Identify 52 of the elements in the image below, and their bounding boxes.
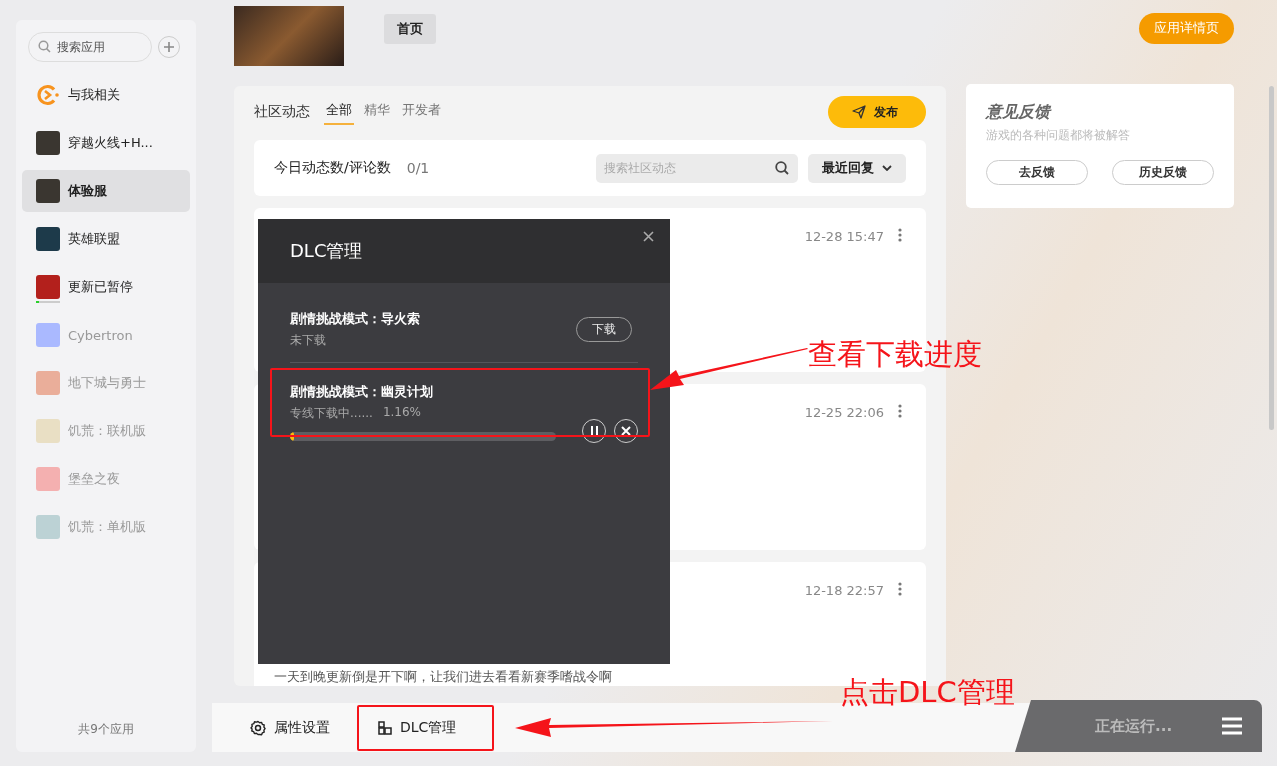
bottom-tab[interactable]: DLC管理: [368, 703, 496, 752]
dialog-title: DLC管理: [290, 239, 363, 263]
card-title: 意见反馈: [986, 102, 1053, 123]
bottom-tab[interactable]: 属性设置: [240, 703, 368, 752]
more-icon: [898, 228, 902, 242]
cancel-icon: [621, 426, 631, 436]
feedback-button[interactable]: 历史反馈: [1112, 160, 1214, 185]
pause-icon: [589, 426, 599, 436]
tab[interactable]: 全部: [324, 99, 354, 125]
post-text: 一天到晚更新倒是开下啊，让我们进去看看新赛季嗜战令啊: [274, 668, 613, 686]
app-count: 共9个应用: [77, 721, 135, 738]
sidebar-item[interactable]: 更新已暂停: [22, 266, 190, 308]
sidebar-item[interactable]: 体验服: [22, 170, 190, 212]
post-button[interactable]: 发布: [828, 96, 926, 128]
search-field[interactable]: 搜索社区动态: [596, 153, 798, 183]
stats-value: 0/1: [406, 160, 430, 176]
sidebar-item[interactable]: 英雄联盟: [22, 218, 190, 260]
menu-button[interactable]: [1222, 717, 1242, 735]
sort-dropdown[interactable]: 最近回复: [808, 153, 906, 183]
search-icon: [775, 160, 789, 175]
search-field[interactable]: 搜索应用: [28, 32, 152, 62]
plus-icon: [164, 42, 174, 52]
post-time: 12-25 22:06: [804, 405, 884, 420]
sidebar-item[interactable]: 穿越火线+H...: [22, 122, 190, 164]
chevron-down-icon: [882, 165, 892, 171]
tab[interactable]: 首页: [384, 14, 436, 44]
annotation-label: 点击DLC管理: [840, 674, 1015, 711]
card-subtitle: 游戏的各种问题都将被解答: [986, 127, 1131, 144]
stats-label: 今日动态数/评论数: [274, 159, 391, 177]
post-time: 12-18 22:57: [804, 583, 884, 598]
post-time: 12-28 15:47: [804, 229, 884, 244]
more-icon: [898, 582, 902, 596]
tab[interactable]: 开发者: [400, 99, 443, 125]
sidebar-item[interactable]: 与我相关: [22, 74, 190, 116]
close-button[interactable]: [643, 231, 654, 242]
tab[interactable]: 精华: [362, 99, 392, 125]
search-icon: [38, 40, 51, 53]
more-icon: [898, 404, 902, 418]
paper-plane-icon: [852, 105, 866, 119]
progress-percent: 1.16%: [382, 405, 421, 421]
menu-icon: [1222, 717, 1242, 735]
close-icon: [643, 231, 654, 242]
dlc-title: 剧情挑战模式：幽灵计划: [290, 383, 434, 401]
dlc-title: 剧情挑战模式：导火索: [290, 310, 421, 328]
dlc-status: 未下载: [290, 332, 326, 349]
feedback-button[interactable]: 去反馈: [986, 160, 1088, 185]
scrollbar[interactable]: [1269, 86, 1274, 430]
gear-icon: [250, 719, 266, 736]
annotation-label: 查看下载进度: [808, 336, 982, 373]
section-title: 社区动态: [254, 103, 310, 121]
blocks-icon: [378, 720, 392, 735]
dlc-status: 专线下载中......: [290, 405, 373, 422]
